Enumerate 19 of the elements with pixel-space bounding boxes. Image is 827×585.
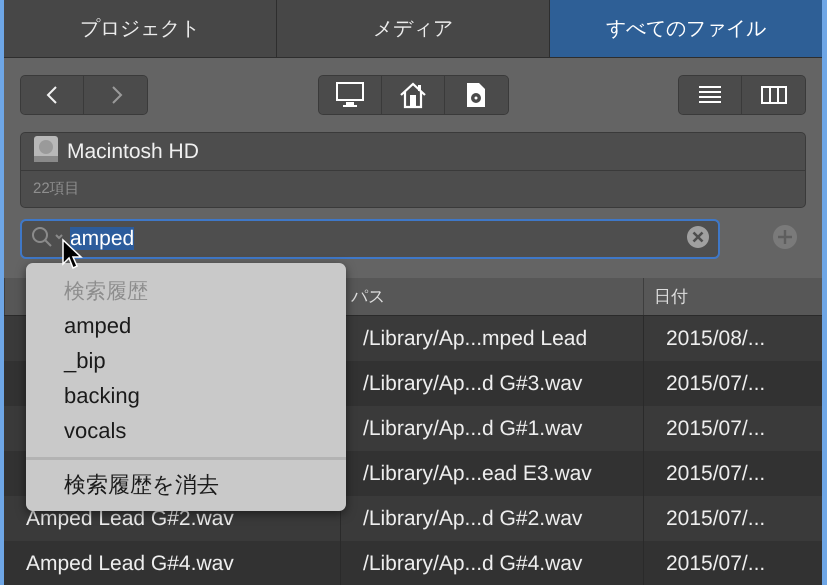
table-cell: 2015/07/... [643,541,810,585]
house-icon [398,81,426,109]
tab[interactable]: すべてのファイル [550,0,822,57]
clear-icon[interactable] [686,224,710,248]
list-icon [698,85,722,105]
table-cell-text: Amped Lead G#4.wav [25,550,235,576]
location-name: Macintosh HD [67,140,199,164]
search-field[interactable]: amped [20,219,720,259]
table-cell-text: Amped Lead G#2.wav [25,506,235,532]
back-button[interactable] [21,76,84,114]
list-view-button[interactable] [679,76,742,114]
hard-drive-icon [33,135,59,163]
column-header[interactable]: 日付 [643,278,810,315]
computer-button[interactable] [318,76,382,114]
item-count: 22項目 [32,179,81,198]
menu-header: 検索履歴 [63,279,149,305]
table-cell: /Library/Ap...d G#4.wav [340,541,643,585]
monitor-icon [334,81,364,109]
columns-icon [760,85,786,105]
